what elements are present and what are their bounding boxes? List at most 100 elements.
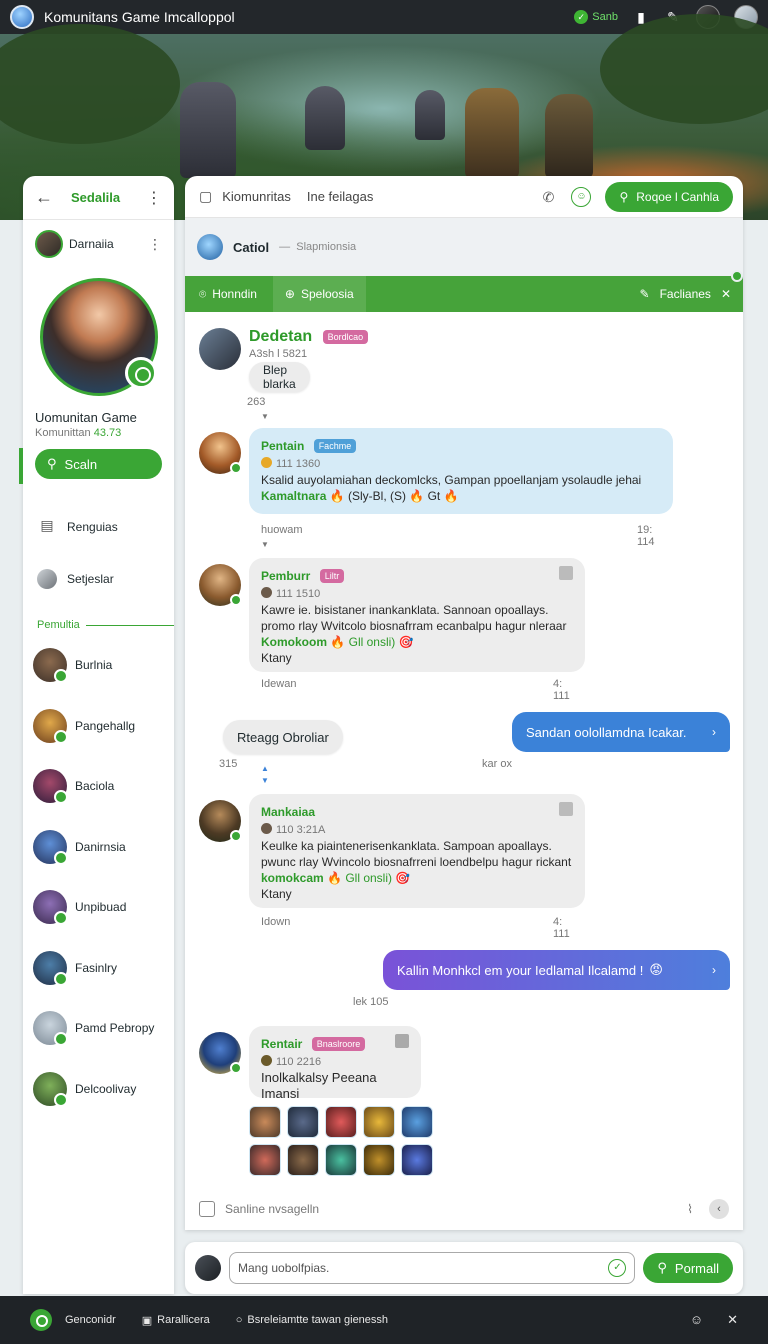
message-footer-label: 315 xyxy=(219,758,238,770)
online-badge-icon xyxy=(124,357,157,389)
sticker-item[interactable] xyxy=(287,1106,319,1138)
member-item[interactable]: Unpibuad xyxy=(23,877,174,938)
brand-logo-icon xyxy=(30,1309,52,1331)
status-indicator[interactable]: ✓ Sanb xyxy=(574,10,618,24)
sticker-item[interactable] xyxy=(363,1106,395,1138)
send-button-label: Pormall xyxy=(674,1260,719,1276)
bottom-item-label: Rarallicera xyxy=(157,1314,210,1326)
check-icon[interactable]: ✓ xyxy=(608,1259,627,1277)
app-title: Komunitans Game Imcalloppol xyxy=(44,9,235,25)
message-highlight: komokcam xyxy=(261,871,324,885)
community-subtitle: Komunittan 43.73 xyxy=(35,427,122,439)
sidebar-item-setjeslar[interactable]: Setjeslar xyxy=(23,553,174,605)
sidebar-item-label: Setjeslar xyxy=(67,572,114,586)
tab-speloosia[interactable]: ⊕ Speloosia xyxy=(272,276,366,312)
brand-label: Genconidr xyxy=(65,1314,116,1326)
sidebar-item-renguias[interactable]: ▤ Renguias xyxy=(23,501,174,553)
emoji-icon[interactable]: ☺ xyxy=(571,186,592,207)
tab-honndin[interactable]: ⌾ Honndin xyxy=(199,287,273,302)
close-icon[interactable]: ✕ xyxy=(721,287,731,301)
community-title: Uomunitan Game xyxy=(35,410,137,425)
sticker-item[interactable] xyxy=(249,1106,281,1138)
quick-reply-chip[interactable]: Rteagg Obroliar xyxy=(223,720,343,754)
tab-right-label[interactable]: Faclianes xyxy=(660,287,711,301)
emoji-icon[interactable]: ☺ xyxy=(690,1312,703,1328)
chevron-up-icon[interactable]: ▲ xyxy=(261,764,269,773)
message-author: Pentain xyxy=(261,439,305,453)
paperclip-icon[interactable]: ⌇ xyxy=(687,1202,693,1216)
message-avatar[interactable] xyxy=(199,1032,242,1074)
chevron-down-icon[interactable]: ▼ xyxy=(261,776,269,785)
sticker-item[interactable] xyxy=(325,1144,357,1176)
message-input-placeholder: Mang uobolfpias. xyxy=(238,1261,330,1275)
member-name: Delcoolivay xyxy=(75,1081,137,1096)
phone-icon[interactable]: ✆ xyxy=(539,188,557,206)
message-footer-label: Idown xyxy=(261,916,291,928)
more-vertical-icon[interactable]: ⋮ xyxy=(148,236,162,253)
options-icon[interactable] xyxy=(395,1034,409,1048)
member-item[interactable]: Pamd Pebropy xyxy=(23,998,174,1059)
search-button[interactable]: ⚲ Scaln xyxy=(35,449,162,479)
role-badge: Bordlcao xyxy=(322,330,369,344)
brand-item[interactable]: Genconidr xyxy=(30,1309,116,1331)
composer-avatar xyxy=(195,1255,221,1281)
back-arrow-icon[interactable]: ← xyxy=(35,187,53,208)
message-text: Ktany xyxy=(261,887,292,901)
member-avatar xyxy=(33,829,68,865)
options-icon[interactable] xyxy=(559,566,573,580)
member-item[interactable]: Danirnsia xyxy=(23,817,174,878)
footer-hint: Sanline nvsagelln xyxy=(225,1202,320,1216)
outgoing-message-bubble[interactable]: Kallin Monhkcl em your Iedlamal Ilcalamd… xyxy=(383,950,730,990)
member-item[interactable]: Delcoolivay xyxy=(23,1059,174,1120)
chevron-down-icon[interactable]: ▼ xyxy=(261,540,269,549)
bottom-item-1[interactable]: ▣ Rarallicera xyxy=(142,1314,210,1327)
bottom-item-2[interactable]: ○ Bsreleiamtte tawan gienessh xyxy=(236,1314,388,1326)
member-name: Fasinlry xyxy=(75,960,118,975)
list-icon: ▤ xyxy=(40,517,54,533)
sticker-item[interactable] xyxy=(249,1144,281,1176)
message-text: pwunc rlay Wvincolo biosnafrreni loendbe… xyxy=(261,855,572,869)
sticker-grid xyxy=(249,1106,433,1176)
more-vertical-icon[interactable]: ⋮ xyxy=(146,188,162,208)
member-item[interactable]: Burlnia xyxy=(23,635,174,696)
globe-icon: ⊕ xyxy=(284,287,295,301)
options-icon[interactable] xyxy=(559,802,573,816)
message-bubble[interactable]: Blep blarka xyxy=(249,362,310,392)
members-section-header: Pemultia xyxy=(23,619,174,631)
member-item[interactable]: Fasinlry xyxy=(23,938,174,999)
sticker-item[interactable] xyxy=(401,1144,433,1176)
message-avatar[interactable] xyxy=(199,328,241,370)
sticker-item[interactable] xyxy=(363,1144,395,1176)
message-bubble[interactable]: Pentain Fachme 111 1360 Ksalid auyolamia… xyxy=(249,428,673,514)
channel-subtitle: Slapmionsia xyxy=(296,241,357,253)
message-bubble[interactable]: Mankaiaa 110 3:21A Keulke ka piainteneri… xyxy=(249,794,585,908)
collapse-icon[interactable]: ‹ xyxy=(709,1199,729,1219)
sticker-item[interactable] xyxy=(287,1144,319,1176)
member-name: Pangehallg xyxy=(75,718,136,733)
sticker-item[interactable] xyxy=(325,1106,357,1138)
close-icon[interactable]: ✕ xyxy=(727,1312,738,1328)
member-item[interactable]: Baciola xyxy=(23,756,174,817)
chevron-down-icon[interactable]: ▼ xyxy=(261,412,269,421)
edit-icon: ✎ xyxy=(639,287,650,301)
message-bubble[interactable]: Rentair Bnaslroore 110 2216 Inolkalkalsy… xyxy=(249,1026,421,1101)
outgoing-message-bubble[interactable]: Sandan oolollamdna Icakar. › xyxy=(512,712,730,752)
message-avatar[interactable] xyxy=(199,432,242,474)
tab-label: Speloosia xyxy=(300,287,354,301)
search-chat-button[interactable]: ⚲ Roqoe l Canhla xyxy=(605,181,733,212)
member-item[interactable]: Pangehallg xyxy=(23,696,174,757)
user-avatar[interactable] xyxy=(35,230,63,258)
message-avatar[interactable] xyxy=(199,800,242,842)
attachment-icon[interactable] xyxy=(199,1201,215,1217)
send-button[interactable]: ⚲ Pormall xyxy=(643,1253,733,1283)
message-avatar[interactable] xyxy=(199,564,242,606)
member-avatar xyxy=(33,1071,68,1107)
message-meta: A3sh l 5821 xyxy=(249,348,308,360)
avatar-icon xyxy=(261,587,272,598)
message-bubble[interactable]: Pemburr Liltr 111 1510 Kawre ie. bisista… xyxy=(249,558,585,672)
profile-avatar-large[interactable] xyxy=(39,278,158,396)
message-input[interactable]: Mang uobolfpias. ✓ xyxy=(229,1252,636,1284)
message-meta: 111 1360 xyxy=(276,458,321,470)
sticker-item[interactable] xyxy=(401,1106,433,1138)
member-name: Burlnia xyxy=(75,658,113,673)
